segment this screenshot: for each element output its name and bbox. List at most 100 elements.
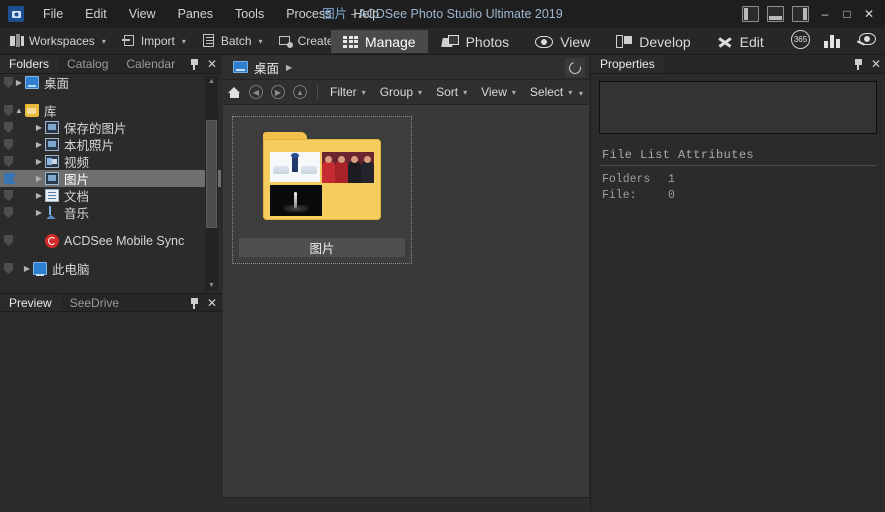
folders-scrollbar[interactable]: ▲ ▼ [205,76,218,291]
chevron-right-icon[interactable]: ▶ [286,63,292,72]
attribute-key: File: [602,189,637,202]
arrow-right-icon: ▶ [271,85,285,99]
nav-overflow-button[interactable]: ▾ [579,89,583,98]
scroll-up-icon[interactable]: ▲ [205,78,218,85]
chevron-down-icon[interactable]: ▾ [102,37,106,46]
tab-edit[interactable]: Edit [705,30,776,53]
back-button[interactable]: ◀ [245,81,267,103]
tree-item-music[interactable]: ▶ 音乐 [0,204,221,221]
pin-icon[interactable] [854,59,863,70]
tab-view[interactable]: View [523,30,602,53]
chevron-down-icon[interactable]: ▾ [259,37,263,46]
home-button[interactable] [223,81,245,103]
view-menu[interactable]: View ▾ [475,82,522,102]
batch-icon [202,34,216,48]
tab-calendar[interactable]: Calendar [117,55,185,73]
menu-view[interactable]: View [118,0,167,28]
chevron-right-icon[interactable]: ▶ [33,123,45,132]
tab-preview[interactable]: Preview [0,294,61,311]
tab-develop[interactable]: Develop [604,30,702,53]
chevron-right-icon[interactable]: ▶ [33,157,45,166]
menu-tools[interactable]: Tools [224,0,275,28]
menu-panes[interactable]: Panes [167,0,224,28]
tree-item-desktop[interactable]: ▶ 桌面 [0,74,221,91]
tree-item-saved-pictures[interactable]: ▶ 保存的图片 [0,119,221,136]
edit-icon [717,35,733,49]
chevron-right-icon[interactable]: ▶ [13,78,25,87]
home-icon [227,86,241,98]
tab-manage[interactable]: Manage [331,30,428,53]
tree-item-pictures[interactable]: ▶ 图片 [0,170,221,187]
chevron-down-icon[interactable]: ▾ [182,37,186,46]
toggle-left-panel[interactable] [742,6,759,22]
divider [599,165,877,166]
tree-item-mobile-sync[interactable]: ACDSee Mobile Sync [0,232,221,249]
tree-item-local-photos[interactable]: ▶ 本机照片 [0,136,221,153]
acdsee-365-icon[interactable]: 365 [791,30,810,49]
arrow-up-icon: ▲ [293,85,307,99]
close-icon[interactable]: ✕ [871,58,881,70]
acdsee-logo-icon[interactable] [8,6,24,22]
batch-button[interactable]: Batch ▾ [196,30,269,53]
up-button[interactable]: ▲ [289,81,311,103]
attribute-key: Folders [602,173,651,186]
tab-catalog[interactable]: Catalog [58,55,118,73]
toggle-bottom-panel[interactable] [767,6,784,22]
tab-properties[interactable]: Properties [591,55,664,73]
tree-item-this-pc[interactable]: ▶ 此电脑 [0,260,221,277]
chevron-right-icon[interactable]: ▶ [33,208,45,217]
tree-item-library[interactable]: ▲ 库 [0,102,221,119]
histogram-icon[interactable] [824,32,843,48]
list-item[interactable]: 图片 [232,116,412,264]
properties-body: File List Attributes Folders 1 File: 0 [591,74,885,204]
chevron-right-icon[interactable]: ▶ [33,191,45,200]
breadcrumb-label[interactable]: 桌面 [254,58,279,77]
chevron-down-icon[interactable]: ▲ [13,106,25,115]
close-icon[interactable]: ✕ [207,297,217,309]
select-menu[interactable]: Select ▾ [524,82,578,102]
tab-photos[interactable]: Photos [430,30,522,53]
menu-process[interactable]: Process [275,0,342,28]
scroll-down-icon[interactable]: ▼ [205,282,218,289]
eye-icon [535,35,554,48]
loupe-icon[interactable] [857,32,877,47]
music-icon [45,206,59,219]
chevron-down-icon: ▾ [511,87,516,97]
tab-seedrive[interactable]: SeeDrive [60,294,129,311]
import-button[interactable]: Import ▾ [116,30,192,53]
sort-menu[interactable]: Sort ▾ [430,82,473,102]
close-icon[interactable]: ✕ [207,58,217,70]
pin-icon[interactable] [190,298,199,309]
toggle-right-panel[interactable] [792,6,809,22]
filter-menu[interactable]: Filter ▾ [324,82,372,102]
chevron-right-icon[interactable]: ▶ [21,264,33,273]
create-label: Create [297,34,334,48]
pin-icon[interactable] [190,59,199,70]
workspaces-button[interactable]: Workspaces ▾ [4,30,112,53]
close-button[interactable]: ✕ [859,5,879,23]
folder-icon [263,132,381,220]
chevron-down-icon: ▾ [361,87,366,97]
tab-folders[interactable]: Folders [0,55,59,73]
menu-edit[interactable]: Edit [74,0,118,28]
group-label: Group [379,85,414,99]
group-menu[interactable]: Group ▾ [374,82,428,102]
tree-item-videos[interactable]: ▶ 视频 [0,153,221,170]
tab-develop-label: Develop [639,33,691,50]
chevron-right-icon[interactable]: ▶ [33,174,45,183]
menu-help[interactable]: Help [342,0,390,28]
properties-preview-box[interactable] [599,81,877,134]
maximize-button[interactable]: □ [837,5,857,23]
refresh-button[interactable] [565,58,585,77]
menu-file[interactable]: File [32,0,74,28]
tree-item-documents[interactable]: ▶ 文档 [0,187,221,204]
workspaces-icon [10,34,24,48]
minimize-button[interactable]: – [815,5,835,23]
chevron-right-icon[interactable]: ▶ [33,140,45,149]
refresh-icon [566,59,584,76]
chevron-down-icon: ▾ [463,87,468,97]
scrollbar-thumb[interactable] [206,120,217,228]
titlebar: File Edit View Panes Tools Process Help … [0,0,885,28]
forward-button[interactable]: ▶ [267,81,289,103]
